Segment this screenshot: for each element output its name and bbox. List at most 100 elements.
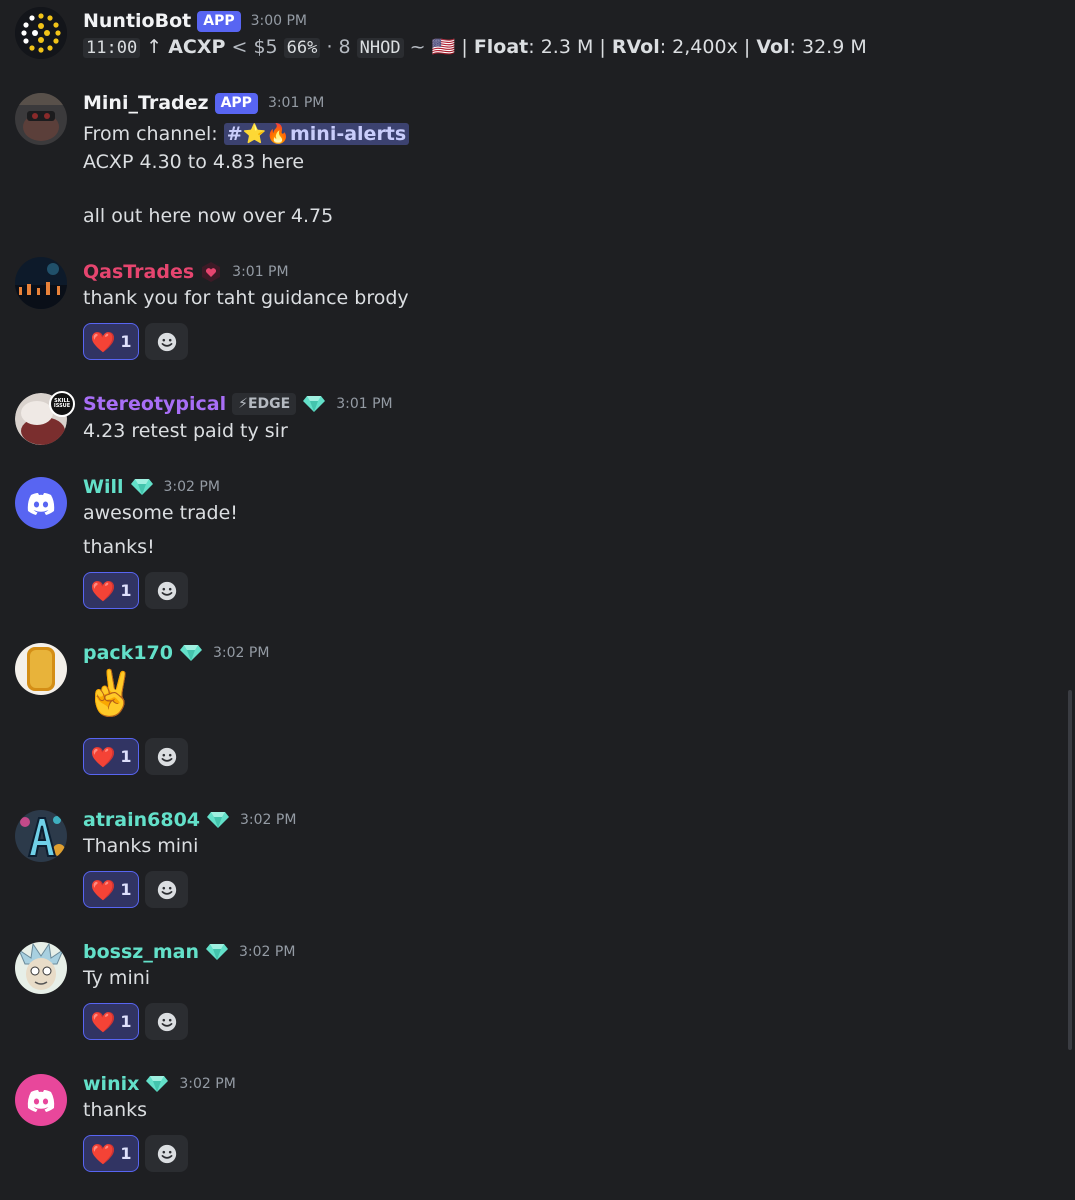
discord-logo-icon xyxy=(15,1074,67,1126)
timestamp: 3:01 PM xyxy=(267,95,325,111)
heart-icon: ❤️ xyxy=(90,578,116,603)
diamond-icon xyxy=(302,395,326,413)
username[interactable]: NuntioBot xyxy=(83,10,191,32)
tilde: ~ xyxy=(409,36,426,58)
username[interactable]: QasTrades xyxy=(83,261,194,283)
diamond-icon xyxy=(130,478,154,496)
rvol-label: RVol xyxy=(611,36,660,58)
message-text: awesome trade! xyxy=(83,502,238,524)
rvol-value: : 2,400x xyxy=(659,36,738,58)
heart-icon: ❤️ xyxy=(90,744,116,769)
message-text: thanks xyxy=(83,1099,148,1121)
message-text: thanks! xyxy=(83,536,155,558)
smile-icon xyxy=(156,1143,178,1165)
heart-icon: ❤️ xyxy=(90,877,116,902)
add-reaction-button[interactable] xyxy=(145,572,188,609)
timestamp: 3:00 PM xyxy=(250,13,308,29)
separator: · xyxy=(326,36,333,58)
reaction-count: 1 xyxy=(120,581,132,600)
timestamp: 3:02 PM xyxy=(238,944,296,960)
reaction-count: 1 xyxy=(120,332,132,351)
avatar[interactable] xyxy=(15,643,67,695)
add-reaction-button[interactable] xyxy=(145,871,188,908)
avatar[interactable] xyxy=(15,257,67,309)
reaction-count: 1 xyxy=(120,1012,132,1031)
smile-icon xyxy=(156,331,178,353)
username[interactable]: bossz_man xyxy=(83,941,199,963)
add-reaction-button[interactable] xyxy=(145,323,188,360)
diamond-icon xyxy=(179,644,203,662)
avatar[interactable] xyxy=(15,93,67,145)
nuntiobot-logo-icon xyxy=(15,7,67,59)
reaction-heart[interactable]: ❤️ 1 xyxy=(83,1135,139,1172)
reaction-bar: ❤️ 1 xyxy=(83,1003,188,1040)
user-avatar-image xyxy=(15,257,67,309)
add-reaction-button[interactable] xyxy=(145,1003,188,1040)
avatar[interactable]: SKILL ISSUE xyxy=(15,391,75,445)
user-avatar-image xyxy=(15,810,67,862)
reaction-heart[interactable]: ❤️ 1 xyxy=(83,871,139,908)
app-badge: APP xyxy=(197,10,241,32)
diamond-icon xyxy=(206,811,230,829)
channel-mention[interactable]: #⭐🔥mini-alerts xyxy=(223,123,410,145)
float-label: Float xyxy=(473,36,529,58)
message-text: all out here now over 4.75 xyxy=(83,205,334,227)
username[interactable]: Mini_Tradez xyxy=(83,92,209,114)
timestamp: 3:02 PM xyxy=(212,645,270,661)
skill-issue-badge: SKILL ISSUE xyxy=(49,391,75,417)
reaction-heart[interactable]: ❤️ 1 xyxy=(83,323,139,360)
from-channel-label: From channel: xyxy=(83,123,218,145)
reaction-heart[interactable]: ❤️ 1 xyxy=(83,1003,139,1040)
message-text: thank you for taht guidance brody xyxy=(83,287,409,309)
username[interactable]: atrain6804 xyxy=(83,809,200,831)
user-avatar-image xyxy=(15,93,67,145)
nhod-tag: NHOD xyxy=(356,38,404,58)
timestamp: 3:02 PM xyxy=(240,812,297,828)
scrollbar[interactable] xyxy=(1068,690,1072,1050)
add-reaction-button[interactable] xyxy=(145,1135,188,1172)
smile-icon xyxy=(156,746,178,768)
timestamp: 3:02 PM xyxy=(179,1076,236,1092)
timestamp: 3:01 PM xyxy=(232,264,289,280)
username[interactable]: pack170 xyxy=(83,642,173,664)
avatar[interactable] xyxy=(15,810,67,862)
avatar[interactable] xyxy=(15,7,67,59)
separator: | xyxy=(743,36,751,58)
avatar[interactable] xyxy=(15,942,67,994)
separator: | xyxy=(599,36,606,58)
victory-hand-emoji: ✌️ xyxy=(83,668,138,719)
add-reaction-button[interactable] xyxy=(145,738,188,775)
diamond-icon xyxy=(145,1075,169,1093)
float-value: : 2.3 M xyxy=(528,36,594,58)
price-filter: < $5 xyxy=(231,36,278,58)
timestamp: 3:02 PM xyxy=(163,479,220,495)
user-avatar-image xyxy=(15,942,67,994)
message-text: 4.23 retest paid ty sir xyxy=(83,420,288,442)
us-flag-icon: 🇺🇸 xyxy=(431,36,456,58)
smile-icon xyxy=(156,1011,178,1033)
alert-line: 11:00 ↑ ACXP < $5 66% · 8 NHOD ~ 🇺🇸 | Fl… xyxy=(83,35,867,58)
reaction-heart[interactable]: ❤️ 1 xyxy=(83,572,139,609)
up-arrow: ↑ xyxy=(146,36,163,58)
diamond-icon xyxy=(205,943,229,961)
heart-icon: ❤️ xyxy=(90,1141,116,1166)
message-text: Ty mini xyxy=(83,967,151,989)
username[interactable]: Will xyxy=(83,476,124,498)
discord-logo-icon xyxy=(15,477,67,529)
username[interactable]: winix xyxy=(83,1073,139,1095)
message-text: From channel: #⭐🔥mini-alerts xyxy=(83,122,410,145)
ticker: ACXP xyxy=(168,36,226,58)
app-badge: APP xyxy=(214,92,258,114)
vol-value: : 32.9 M xyxy=(789,36,867,58)
alert-count: 8 xyxy=(338,36,351,58)
avatar[interactable] xyxy=(15,1074,67,1126)
avatar[interactable] xyxy=(15,477,67,529)
reaction-bar: ❤️ 1 xyxy=(83,871,188,908)
vol-label: Vol xyxy=(756,36,790,58)
reaction-count: 1 xyxy=(120,747,132,766)
username[interactable]: Stereotypical xyxy=(83,393,226,415)
message-text: Thanks mini xyxy=(83,835,199,857)
separator: | xyxy=(461,36,468,58)
reaction-heart[interactable]: ❤️ 1 xyxy=(83,738,139,775)
heart-icon: ❤️ xyxy=(90,1009,116,1034)
